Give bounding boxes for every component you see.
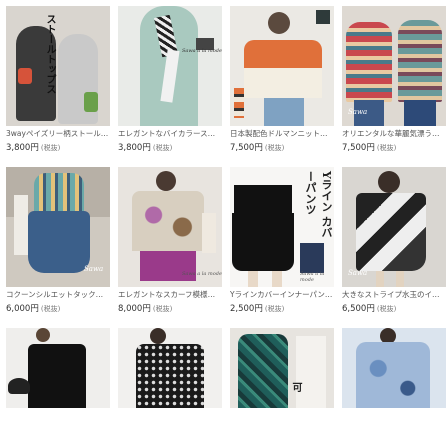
product-row: Sawa コクーンシルエットタックデニム... 6,000円(税抜) Sawa … (6, 167, 446, 314)
product-price: 2,500円 (税抜) (230, 302, 334, 314)
price-value: 6,000円 (6, 304, 39, 314)
tax-label: (税抜) (264, 144, 285, 152)
product-row: 可 (6, 328, 446, 408)
overlay-text: 可 (290, 382, 301, 392)
product-image[interactable] (6, 328, 110, 408)
price-value: 6,500円 (342, 304, 375, 314)
product-title[interactable]: エレガントなスカーフ模様ワンピ... (118, 290, 222, 300)
product-grid: ストールトップス 3wayペイズリー柄ストールト... 3,800円 (税抜) S… (6, 6, 446, 422)
price-value: 3,800円 (118, 143, 151, 153)
product-price: 8,000円 (税抜) (118, 302, 222, 314)
product-image[interactable] (342, 328, 446, 408)
product-title[interactable]: エレガントなバイカラースカーフ... (118, 129, 222, 139)
price-value: 2,500円 (230, 304, 263, 314)
product-title[interactable]: 大きなストライプ水玉のイレギュ... (342, 290, 446, 300)
product-card[interactable]: Sawa a la mode エレガントなバイカラースカーフ... 3,800円… (118, 6, 222, 153)
overlay-text: ストールトップス (44, 14, 55, 94)
product-image[interactable]: Sawa a la mode (118, 167, 222, 287)
tax-label: (税抜) (40, 144, 61, 152)
overlay-text: Yライン カバーパンツ (304, 171, 333, 238)
brand-logo: Sawa a la mode (182, 271, 222, 277)
product-card[interactable] (342, 328, 446, 408)
product-card[interactable]: Sawa 大きなストライプ水玉のイレギュ... 6,500円(税抜) (342, 167, 446, 314)
product-image[interactable]: ストールトップス (6, 6, 110, 126)
tax-label: (税抜) (152, 144, 173, 152)
product-image[interactable] (118, 328, 222, 408)
product-image[interactable]: 可 (230, 328, 334, 408)
product-card[interactable] (118, 328, 222, 408)
tax-label: (税抜) (376, 305, 397, 313)
brand-logo: Sawa (84, 265, 104, 273)
product-card[interactable]: Sawa コクーンシルエットタックデニム... 6,000円(税抜) (6, 167, 110, 314)
product-image[interactable]: Yライン カバーパンツ Sawa a la mode (230, 167, 334, 287)
product-title[interactable]: オリエンタルな華麗気漂うエスニ... (342, 129, 446, 139)
product-image[interactable]: Sawa (6, 167, 110, 287)
product-price: 3,800円 (税抜) (6, 141, 110, 153)
product-price: 7,500円 (税抜) (342, 141, 446, 153)
product-card[interactable]: ストールトップス 3wayペイズリー柄ストールト... 3,800円 (税抜) (6, 6, 110, 153)
brand-logo: Sawa a la mode (182, 48, 222, 54)
product-card[interactable]: 日本製配色ドルマンニットトップ... 7,500円(税抜) (230, 6, 334, 153)
product-title[interactable]: 3wayペイズリー柄ストールト... (6, 129, 110, 139)
product-image[interactable]: Sawa a la mode (118, 6, 222, 126)
price-value: 7,500円 (230, 143, 263, 153)
product-row: ストールトップス 3wayペイズリー柄ストールト... 3,800円 (税抜) S… (6, 6, 446, 153)
product-price: 6,000円 (税抜) (6, 302, 110, 314)
tax-label: (税抜) (376, 144, 397, 152)
tax-label: (税抜) (152, 305, 173, 313)
product-image[interactable] (230, 6, 334, 126)
product-card[interactable]: Yライン カバーパンツ Sawa a la mode Yラインカバーインナーパン… (230, 167, 334, 314)
brand-logo: Sawa (348, 269, 368, 277)
product-card[interactable]: Sawa a la mode エレガントなスカーフ模様ワンピ... 8,000円… (118, 167, 222, 314)
product-price: 3,800円 (税抜) (118, 141, 222, 153)
price-value: 3,800円 (6, 143, 39, 153)
product-image[interactable]: Sawa (342, 6, 446, 126)
product-card[interactable]: Sawa オリエンタルな華麗気漂うエスニ... 7,500円(税抜) (342, 6, 446, 153)
brand-logo: Sawa a la mode (300, 271, 325, 283)
product-card[interactable]: 可 (230, 328, 334, 408)
product-price: 7,500円 (税抜) (230, 141, 334, 153)
product-title[interactable]: 日本製配色ドルマンニットトップ... (230, 129, 334, 139)
product-price: 6,500円 (税抜) (342, 302, 446, 314)
product-card[interactable] (6, 328, 110, 408)
product-image[interactable]: Sawa (342, 167, 446, 287)
price-value: 7,500円 (342, 143, 375, 153)
product-title[interactable]: Yラインカバーインナーパンツ【... (230, 290, 334, 300)
tax-label: (税抜) (40, 305, 61, 313)
product-title[interactable]: コクーンシルエットタックデニム... (6, 290, 110, 300)
tax-label: (税抜) (264, 305, 285, 313)
price-value: 8,000円 (118, 304, 151, 314)
brand-logo: Sawa (348, 108, 368, 116)
